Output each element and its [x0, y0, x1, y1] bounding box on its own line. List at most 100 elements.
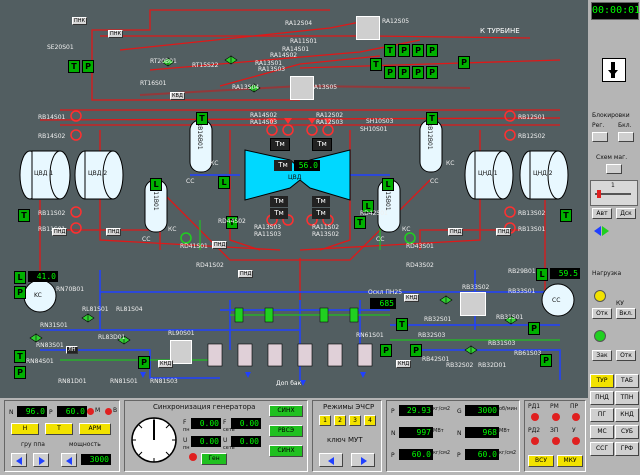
p-indicator[interactable]: P — [412, 44, 424, 57]
u-label: U — [183, 437, 188, 444]
nav-pg[interactable]: ПГ — [590, 408, 614, 422]
pnd-tag[interactable]: ПНД — [238, 270, 254, 278]
p-indicator[interactable]: P — [412, 66, 424, 79]
pnd-tag[interactable]: ПНД — [448, 228, 464, 236]
nav-tpn[interactable]: ТПН — [615, 391, 639, 405]
nav-ms[interactable]: МС — [590, 425, 614, 439]
tm-box[interactable]: Тм — [270, 196, 288, 207]
synchroscope-dial — [131, 417, 177, 463]
l-indicator[interactable]: L — [150, 178, 162, 191]
rvse-button[interactable]: РВСЭ — [269, 425, 303, 437]
p-indicator[interactable]: P — [398, 44, 410, 57]
t-indicator[interactable]: T — [396, 318, 408, 331]
power-left-button[interactable] — [61, 453, 77, 467]
schema-button[interactable] — [606, 164, 622, 174]
auto-button[interactable]: Авт — [592, 208, 612, 219]
kvd-tag[interactable]: КВД — [170, 92, 185, 100]
valve-control-box[interactable] — [290, 76, 314, 100]
pnd-tag[interactable]: ПНД — [106, 228, 122, 236]
valve-label: RN61S01 — [356, 332, 384, 339]
l-indicator[interactable]: L — [382, 178, 394, 191]
arrow-left-icon[interactable] — [594, 226, 601, 236]
nav-ssg[interactable]: ССГ — [590, 442, 614, 456]
tm-box[interactable]: Тм — [270, 138, 290, 151]
nav-tur[interactable]: ТУР — [590, 374, 614, 388]
nav-sub[interactable]: СУБ — [615, 425, 639, 439]
compass-indicator[interactable] — [602, 58, 626, 82]
knd-tag[interactable]: КНД — [404, 294, 420, 302]
tm-box[interactable]: Тм — [270, 208, 288, 219]
l-indicator[interactable]: L — [14, 271, 26, 284]
p-indicator[interactable]: P — [426, 66, 438, 79]
p-indicator[interactable]: P — [14, 366, 26, 379]
arrow-right-icon[interactable] — [602, 226, 609, 236]
gen-button[interactable]: Ген — [201, 453, 227, 465]
slider-thumb[interactable] — [597, 190, 601, 198]
mode-4-button[interactable]: 4 — [364, 415, 376, 426]
nav-pnd[interactable]: ПНД — [590, 391, 614, 405]
mode-2-button[interactable]: 2 — [334, 415, 346, 426]
arm-button[interactable]: АРМ — [79, 423, 111, 435]
t-indicator[interactable]: T — [14, 350, 26, 363]
pnd-tag[interactable]: ПНД — [496, 228, 512, 236]
disk-button[interactable]: Дск — [616, 208, 636, 219]
nav-knd[interactable]: КНД — [615, 408, 639, 422]
p-indicator[interactable]: P — [398, 66, 410, 79]
reg-button[interactable] — [592, 132, 608, 142]
mode-1-button[interactable]: 1 — [319, 415, 331, 426]
p-indicator[interactable]: P — [458, 56, 470, 69]
nav-tab[interactable]: ТАБ — [615, 374, 639, 388]
tm-value: 56.0 — [294, 160, 320, 171]
bkl-button[interactable] — [618, 132, 634, 142]
mku-button[interactable]: МКУ — [557, 455, 583, 467]
h-button[interactable]: Н — [11, 423, 39, 435]
t-indicator[interactable]: T — [68, 60, 80, 73]
p-indicator[interactable]: P — [426, 44, 438, 57]
pump-control-box[interactable] — [170, 340, 192, 364]
group-left-button[interactable] — [11, 453, 27, 467]
knd-tag[interactable]: КНД — [396, 360, 412, 368]
t-button[interactable]: Т — [45, 423, 73, 435]
l-indicator[interactable]: L — [536, 268, 548, 281]
on-button[interactable]: Вкл. — [616, 308, 636, 319]
pnd-tag[interactable]: ПНД — [52, 228, 68, 236]
mode-3-button[interactable]: 3 — [349, 415, 361, 426]
pnk-tag-2[interactable]: ПНК — [108, 30, 124, 38]
nav-grf[interactable]: ГРФ — [615, 442, 639, 456]
tm-box[interactable]: Тм — [274, 160, 292, 171]
p-indicator[interactable]: P — [540, 354, 552, 367]
pump-control-box[interactable] — [460, 292, 486, 316]
pump-label[interactable]: ЛН — [66, 346, 78, 354]
open-button[interactable]: Отк — [592, 308, 612, 319]
p-indicator[interactable]: P — [384, 66, 396, 79]
pnk-tag[interactable]: ПНК — [72, 17, 88, 25]
knd-tag[interactable]: КНД — [158, 360, 174, 368]
t-indicator[interactable]: T — [370, 58, 382, 71]
p-indicator[interactable]: P — [528, 322, 540, 335]
sync-button-2[interactable]: СИНХ — [269, 445, 303, 457]
p-indicator[interactable]: P — [82, 60, 94, 73]
p-indicator[interactable]: P — [138, 356, 150, 369]
vsu-button[interactable]: ВСУ — [528, 455, 554, 467]
p-indicator[interactable]: P — [410, 344, 422, 357]
valve-control-box[interactable] — [356, 16, 380, 40]
p-indicator[interactable]: P — [380, 344, 392, 357]
t-indicator[interactable]: T — [354, 216, 366, 229]
mut-left-button[interactable] — [319, 453, 343, 467]
sync-button[interactable]: СИНХ — [269, 405, 303, 417]
group-right-button[interactable] — [33, 453, 49, 467]
p-indicator[interactable]: P — [14, 286, 26, 299]
open-button-2[interactable]: Отк — [616, 350, 636, 361]
tm-box[interactable]: Тм — [312, 138, 332, 151]
l-indicator[interactable]: L — [218, 176, 230, 189]
mut-right-button[interactable] — [351, 453, 375, 467]
tm-box[interactable]: Тм — [312, 208, 330, 219]
t-indicator[interactable]: T — [426, 112, 438, 125]
t-indicator[interactable]: T — [384, 44, 396, 57]
t-indicator[interactable]: T — [18, 209, 30, 222]
tm-box[interactable]: Тм — [312, 196, 330, 207]
t-indicator[interactable]: T — [560, 209, 572, 222]
t-indicator[interactable]: T — [196, 112, 208, 125]
pnd-tag[interactable]: ПНД — [212, 241, 228, 249]
close-button[interactable]: Зак — [592, 350, 612, 361]
